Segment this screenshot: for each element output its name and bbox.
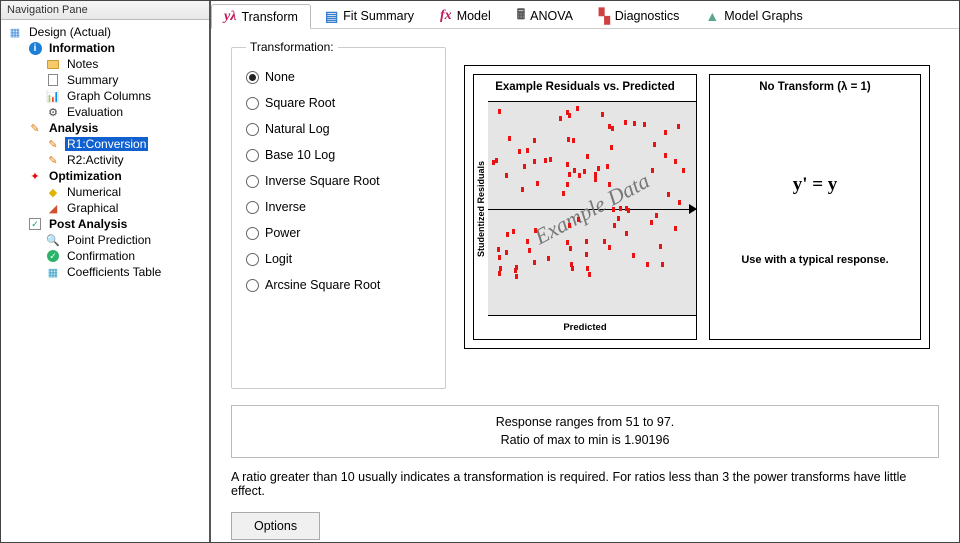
tree-analysis[interactable]: ✎Analysis bbox=[3, 120, 207, 136]
navigation-pane: Navigation Pane ▦Design (Actual) iInform… bbox=[1, 1, 211, 542]
transformation-legend: Transformation: bbox=[246, 40, 338, 54]
radio-icon bbox=[246, 175, 259, 188]
arrow-icon bbox=[689, 204, 696, 214]
tree-coeff-table[interactable]: ▦Coefficients Table bbox=[3, 264, 207, 280]
transformation-fieldset: Transformation: None Square Root Natural… bbox=[231, 47, 446, 389]
radio-icon bbox=[246, 71, 259, 84]
tree-r1-conversion[interactable]: ✎R1:Conversion bbox=[3, 136, 207, 152]
graphical-icon: ◢ bbox=[45, 201, 61, 215]
tab-diagnostics[interactable]: ▚Diagnostics bbox=[587, 4, 691, 28]
tree-numerical[interactable]: ◆Numerical bbox=[3, 184, 207, 200]
preview-panels: Example Residuals vs. Predicted Studenti… bbox=[464, 65, 930, 349]
summary-line-1: Response ranges from 51 to 97. bbox=[240, 414, 930, 432]
target-icon: ✦ bbox=[27, 169, 43, 183]
folder-icon bbox=[45, 57, 61, 71]
transform-icon: yλ bbox=[224, 9, 236, 25]
options-area: Options bbox=[231, 512, 939, 540]
residuals-xlabel: Predicted bbox=[474, 316, 696, 339]
tab-content: Transformation: None Square Root Natural… bbox=[211, 29, 959, 542]
tree-post-analysis[interactable]: ✓Post Analysis bbox=[3, 216, 207, 232]
residuals-ylabel: Studentized Residuals bbox=[474, 101, 488, 316]
radio-icon bbox=[246, 253, 259, 266]
gear-icon: ⚙ bbox=[45, 105, 61, 119]
radio-inverse-square-root[interactable]: Inverse Square Root bbox=[246, 168, 431, 194]
tree-information[interactable]: iInformation bbox=[3, 40, 207, 56]
radio-power[interactable]: Power bbox=[246, 220, 431, 246]
radio-base10-log[interactable]: Base 10 Log bbox=[246, 142, 431, 168]
tab-bar: yλTransform ▤Fit Summary fxModel 🖩ANOVA … bbox=[211, 1, 959, 29]
tree-graph-columns[interactable]: 📊Graph Columns bbox=[3, 88, 207, 104]
page-icon bbox=[45, 73, 61, 87]
tree-design[interactable]: ▦Design (Actual) bbox=[3, 24, 207, 40]
edit-icon: ✎ bbox=[45, 137, 61, 151]
analysis-icon: ✎ bbox=[27, 121, 43, 135]
radio-icon bbox=[246, 123, 259, 136]
info-icon: i bbox=[27, 41, 43, 55]
options-button[interactable]: Options bbox=[231, 512, 320, 540]
radio-square-root[interactable]: Square Root bbox=[246, 90, 431, 116]
numerical-icon: ◆ bbox=[45, 185, 61, 199]
edit-icon: ✎ bbox=[45, 153, 61, 167]
table-icon: ▦ bbox=[45, 265, 61, 279]
transform-caption: Use with a typical response. bbox=[741, 254, 888, 266]
check-icon: ✓ bbox=[45, 249, 61, 263]
tree-evaluation[interactable]: ⚙Evaluation bbox=[3, 104, 207, 120]
transform-info-title: No Transform (λ = 1) bbox=[710, 75, 920, 101]
tab-anova[interactable]: 🖩ANOVA bbox=[505, 4, 585, 28]
summary-line-2: Ratio of max to min is 1.90196 bbox=[240, 432, 930, 450]
chart-icon: 📊 bbox=[45, 89, 61, 103]
fit-summary-icon: ▤ bbox=[325, 8, 338, 25]
anova-icon: 🖩 bbox=[517, 4, 525, 28]
tab-transform[interactable]: yλTransform bbox=[211, 4, 311, 29]
tree-summary[interactable]: Summary bbox=[3, 72, 207, 88]
radio-icon bbox=[246, 97, 259, 110]
nav-tree: ▦Design (Actual) iInformation Notes Summ… bbox=[1, 20, 209, 542]
checkbox-icon: ✓ bbox=[27, 217, 43, 231]
radio-natural-log[interactable]: Natural Log bbox=[246, 116, 431, 142]
tab-fit-summary[interactable]: ▤Fit Summary bbox=[313, 4, 426, 28]
tree-optimization[interactable]: ✦Optimization bbox=[3, 168, 207, 184]
radio-icon bbox=[246, 201, 259, 214]
transform-info-panel: No Transform (λ = 1) y' = y Use with a t… bbox=[709, 74, 921, 340]
radio-inverse[interactable]: Inverse bbox=[246, 194, 431, 220]
tree-point-prediction[interactable]: 🔍Point Prediction bbox=[3, 232, 207, 248]
residuals-plot-panel: Example Residuals vs. Predicted Studenti… bbox=[473, 74, 697, 340]
residuals-plot: Example Data bbox=[488, 101, 696, 316]
tab-model[interactable]: fxModel bbox=[428, 4, 503, 28]
response-summary: Response ranges from 51 to 97. Ratio of … bbox=[231, 405, 939, 458]
tab-model-graphs[interactable]: ▲Model Graphs bbox=[693, 4, 814, 28]
tree-r2-activity[interactable]: ✎R2:Activity bbox=[3, 152, 207, 168]
ratio-note: A ratio greater than 10 usually indicate… bbox=[231, 470, 939, 498]
radio-icon bbox=[246, 149, 259, 162]
radio-logit[interactable]: Logit bbox=[246, 246, 431, 272]
diagnostics-icon: ▚ bbox=[599, 8, 610, 25]
radio-icon bbox=[246, 227, 259, 240]
zoom-icon: 🔍 bbox=[45, 233, 61, 247]
model-icon: fx bbox=[440, 8, 452, 24]
grid-icon: ▦ bbox=[7, 25, 23, 39]
radio-arcsine-square-root[interactable]: Arcsine Square Root bbox=[246, 272, 431, 298]
tree-graphical[interactable]: ◢Graphical bbox=[3, 200, 207, 216]
radio-none[interactable]: None bbox=[246, 64, 431, 90]
main-content: yλTransform ▤Fit Summary fxModel 🖩ANOVA … bbox=[211, 1, 959, 542]
residuals-plot-title: Example Residuals vs. Predicted bbox=[474, 75, 696, 101]
model-graphs-icon: ▲ bbox=[705, 8, 719, 24]
transform-formula: y' = y bbox=[793, 174, 838, 196]
tree-notes[interactable]: Notes bbox=[3, 56, 207, 72]
radio-icon bbox=[246, 279, 259, 292]
nav-pane-title: Navigation Pane bbox=[1, 1, 209, 20]
tree-confirmation[interactable]: ✓Confirmation bbox=[3, 248, 207, 264]
